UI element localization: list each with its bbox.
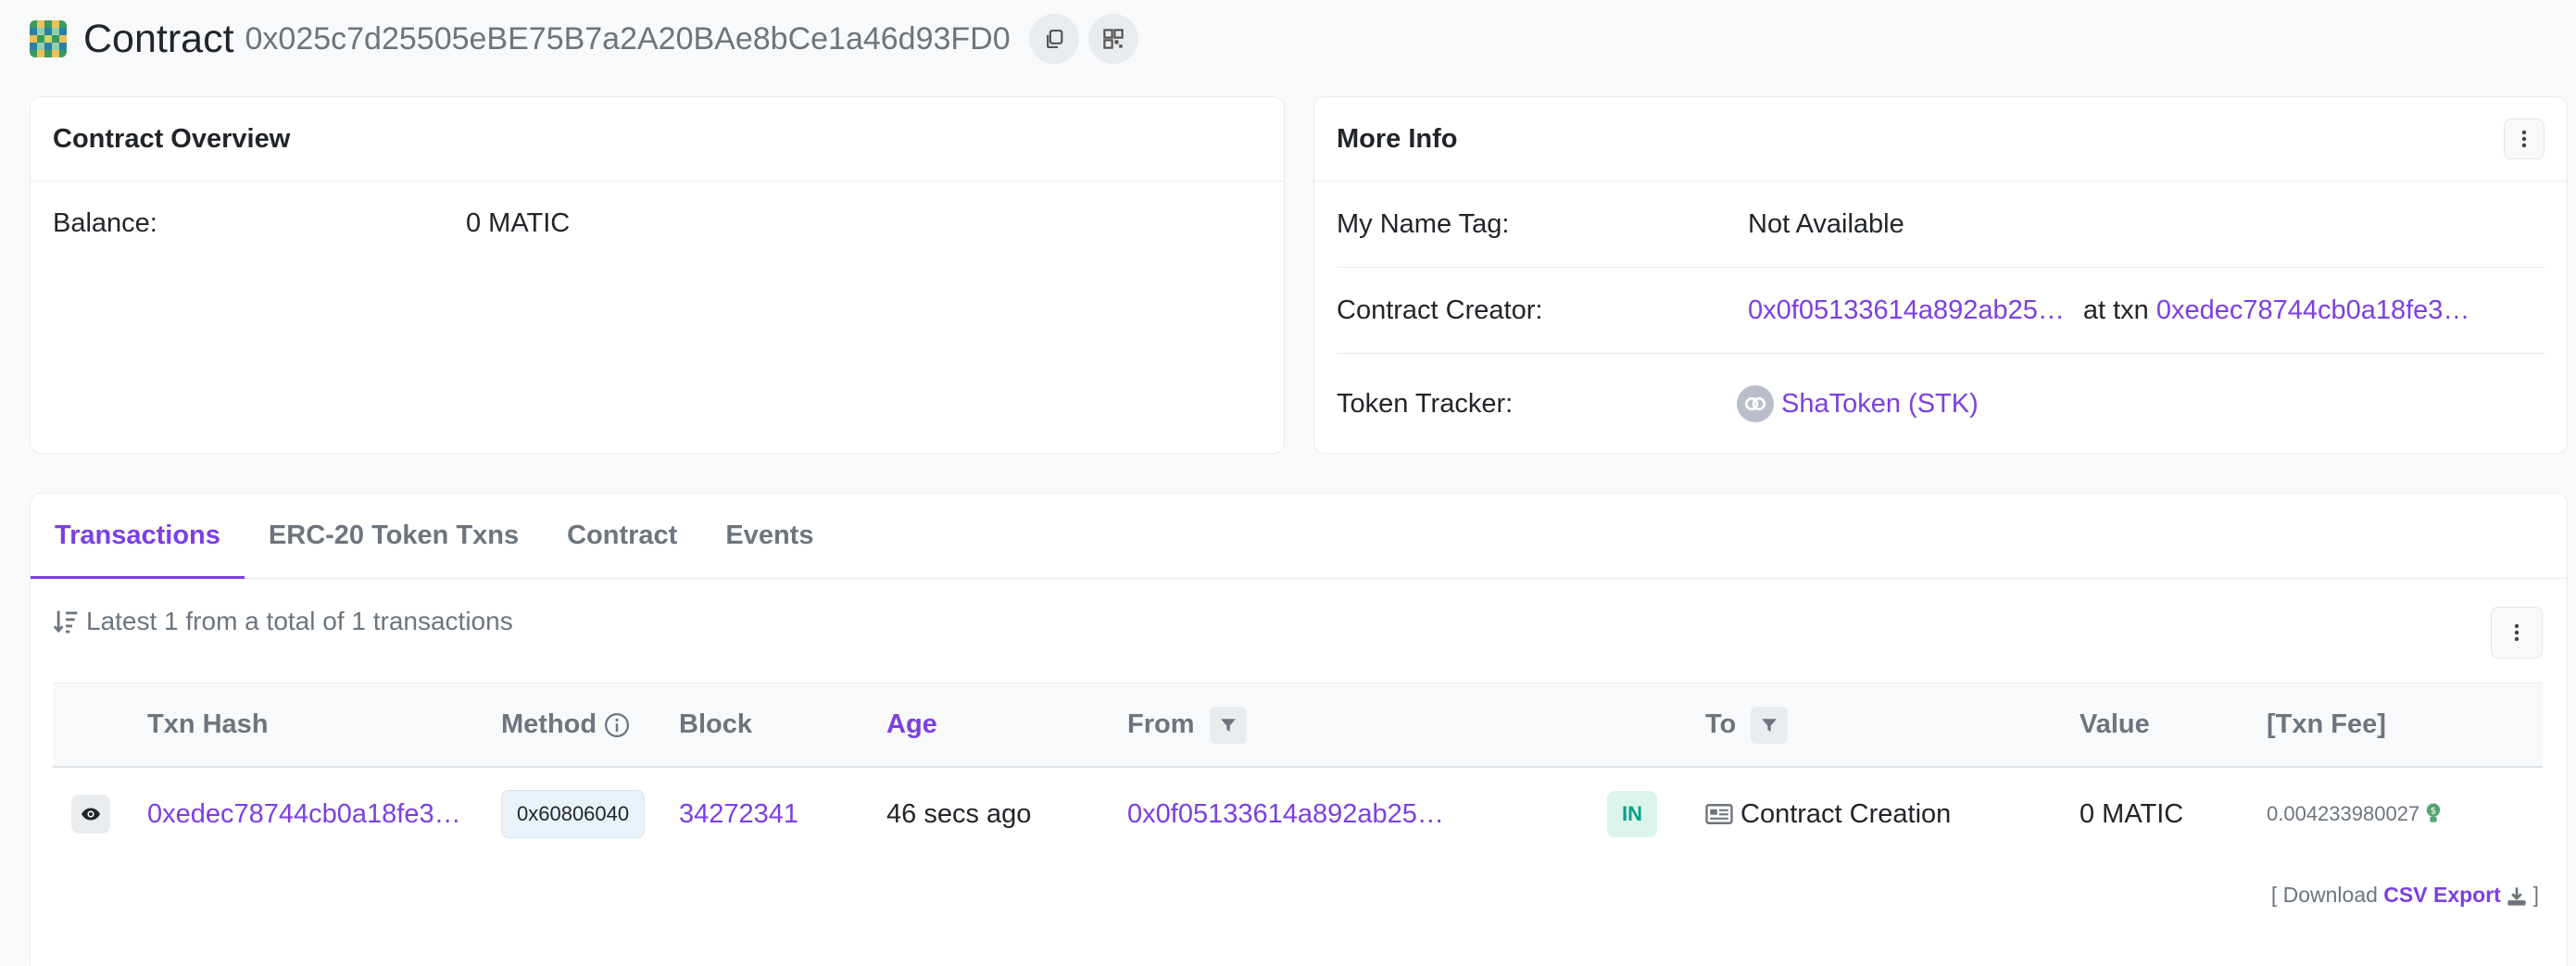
col-txn-fee: [Txn Fee] xyxy=(2267,709,2386,739)
transactions-card: Transactions ERC-20 Token Txns Contract … xyxy=(30,493,2568,966)
fee-value: 0.004233980027 xyxy=(2267,802,2420,825)
contract-overview-card: Contract Overview Balance: 0 MATIC xyxy=(30,96,1285,454)
contract-creator-row: Contract Creator: 0x0f05133614a892ab25… … xyxy=(1337,268,2545,353)
creator-txn-link[interactable]: 0xedec78744cb0a18fe3… xyxy=(2156,295,2470,326)
view-txn-details-button[interactable] xyxy=(71,795,110,834)
qr-code-button[interactable] xyxy=(1087,14,1138,64)
copy-address-button[interactable] xyxy=(1028,14,1079,64)
col-txn-hash: Txn Hash xyxy=(147,709,269,739)
more-info-card: More Info My Name Tag: Not Available Con… xyxy=(1313,96,2568,454)
info-icon[interactable] xyxy=(604,712,630,738)
col-value: Value xyxy=(2080,709,2150,739)
name-tag-value: Not Available xyxy=(1748,208,1904,239)
token-icon xyxy=(1737,385,1774,422)
table-row: 0xedec78744cb0a18fe3… 0x60806040 3427234… xyxy=(53,768,2543,860)
tab-erc20-token-txns[interactable]: ERC-20 Token Txns xyxy=(245,494,543,578)
sort-descending-icon xyxy=(53,610,78,634)
summary-text: Latest 1 from a total of 1 transactions xyxy=(86,607,513,635)
col-to: To xyxy=(1705,684,1789,766)
col-method: Method xyxy=(501,684,630,766)
from-address-link[interactable]: 0x0f05133614a892ab25… xyxy=(1127,768,1444,860)
balance-label: Balance: xyxy=(53,207,157,238)
download-icon[interactable] xyxy=(2507,886,2527,907)
name-tag-label: My Name Tag: xyxy=(1337,208,1510,239)
overview-title: Contract Overview xyxy=(31,97,1284,182)
age-value: 46 secs ago xyxy=(886,798,1032,829)
transactions-options-button[interactable] xyxy=(2491,607,2543,659)
value-cell: 0 MATIC xyxy=(2080,798,2184,829)
tab-events[interactable]: Events xyxy=(701,494,837,578)
tab-transactions[interactable]: Transactions xyxy=(31,494,245,579)
tab-contract[interactable]: Contract xyxy=(543,494,701,578)
download-prefix: [ Download xyxy=(2270,883,2378,907)
balance-value: 0 MATIC xyxy=(466,207,571,238)
balance-row: Balance: 0 MATIC xyxy=(53,182,1262,265)
eye-icon xyxy=(82,808,100,821)
col-block: Block xyxy=(679,709,752,739)
tab-bar: Transactions ERC-20 Token Txns Contract … xyxy=(31,494,2567,579)
to-filter-button[interactable] xyxy=(1751,706,1789,744)
vertical-dots-icon xyxy=(2521,130,2527,148)
copy-icon xyxy=(1046,29,1063,49)
fee-cell: 0.004233980027 $ xyxy=(2267,768,2442,860)
txn-hash-link[interactable]: 0xedec78744cb0a18fe3… xyxy=(147,768,461,860)
svg-text:$: $ xyxy=(2431,806,2436,816)
csv-export-link[interactable]: CSV Export xyxy=(2383,883,2501,907)
col-from-label: From xyxy=(1127,709,1195,739)
download-suffix: ] xyxy=(2532,883,2539,907)
at-txn-text: at txn xyxy=(2082,295,2149,325)
direction-badge: IN xyxy=(1607,791,1657,837)
page-title: Contract xyxy=(83,16,234,61)
qr-code-icon xyxy=(1102,29,1124,49)
token-tracker-label: Token Tracker: xyxy=(1337,388,1514,419)
token-tracker-row: Token Tracker: ShaToken (STK) xyxy=(1337,354,2545,454)
token-tracker-link[interactable]: ShaToken (STK) xyxy=(1781,389,1979,420)
creator-label: Contract Creator: xyxy=(1337,295,1543,325)
download-csv: [ Download CSV Export ] xyxy=(2271,883,2539,908)
filter-icon xyxy=(1762,718,1778,732)
page-header: Contract 0x025c7d25505eBE75B7a2A20BAe8bC… xyxy=(30,13,1148,65)
creator-address-link[interactable]: 0x0f05133614a892ab25… xyxy=(1748,295,2065,326)
contract-file-icon xyxy=(1705,804,1733,824)
block-link[interactable]: 34272341 xyxy=(679,768,798,860)
contract-blockie-icon xyxy=(30,20,67,57)
col-method-label: Method xyxy=(501,709,597,739)
to-cell: Contract Creation xyxy=(1705,768,1951,860)
transactions-summary: Latest 1 from a total of 1 transactions xyxy=(53,607,513,636)
col-from: From xyxy=(1127,684,1247,766)
to-value: Contract Creation xyxy=(1740,798,1952,829)
more-info-title: More Info xyxy=(1337,123,1458,154)
transactions-table-header: Txn Hash Method Block Age From To Value … xyxy=(53,683,2543,768)
contract-address: 0x025c7d25505eBE75B7a2A20BAe8bCe1a46d93F… xyxy=(245,20,1011,56)
name-tag-row: My Name Tag: Not Available xyxy=(1337,182,2545,267)
from-filter-button[interactable] xyxy=(1209,706,1247,744)
col-to-label: To xyxy=(1705,709,1737,739)
filter-icon xyxy=(1220,718,1236,732)
col-age-toggle[interactable]: Age xyxy=(886,684,937,766)
vertical-dots-icon xyxy=(2514,623,2519,642)
more-info-options-button[interactable] xyxy=(2504,119,2545,159)
method-badge: 0x60806040 xyxy=(501,790,646,838)
gas-bulb-icon[interactable]: $ xyxy=(2425,802,2442,826)
